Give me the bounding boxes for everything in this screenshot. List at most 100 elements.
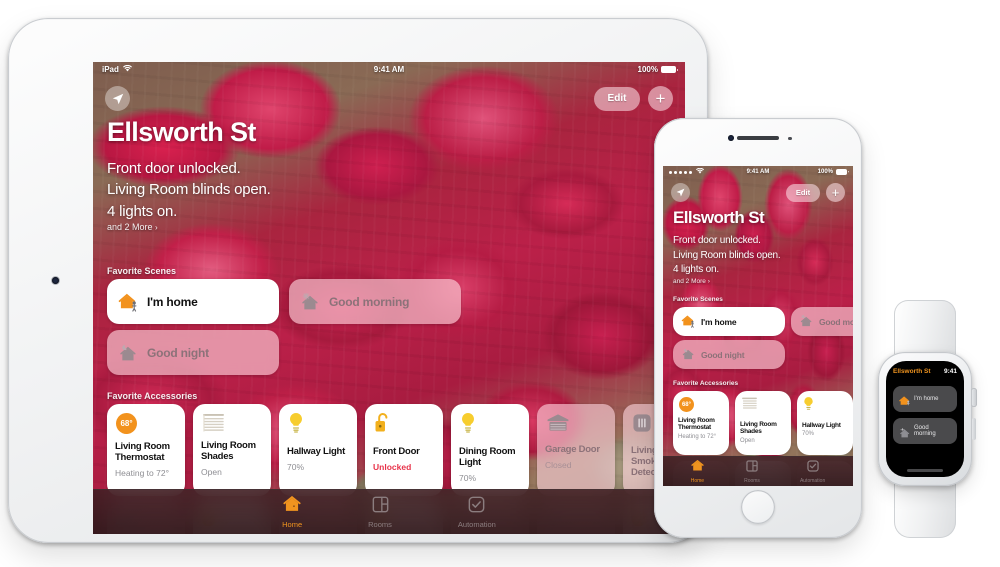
apple-watch-device: Ellsworth St 9:41 I'm home Good morning (866, 300, 984, 538)
battery-full-icon (836, 169, 847, 175)
accessory-state: Unlocked (373, 461, 412, 472)
page-title: Ellsworth St (107, 117, 256, 147)
lock-open-icon (374, 412, 392, 434)
scene-good-morning[interactable]: Good morning (791, 307, 853, 336)
scene-label: Good morning (819, 316, 853, 327)
watch-screen: Ellsworth St 9:41 I'm home Good morning (886, 361, 964, 477)
status-line-2: Living Room blinds open. (673, 249, 781, 261)
accessory-tile[interactable]: Dining Room Light 70% (451, 404, 529, 496)
tab-rooms[interactable]: Rooms (368, 496, 392, 529)
accessory-state: Heating to 72° (115, 467, 169, 478)
add-button[interactable]: + (648, 86, 673, 111)
location-button[interactable] (105, 86, 130, 111)
watch-side-button[interactable] (971, 418, 976, 440)
thermostat-temp-badge: 68° (120, 419, 133, 428)
edit-button[interactable]: Edit (786, 183, 820, 202)
ipad-screen: iPad 9:41 AM 100% Edit + Ellsworth St Fr… (93, 62, 685, 534)
status-line-1: Front door unlocked. (107, 160, 241, 177)
page-title: Ellsworth St (673, 208, 765, 227)
accessory-tile[interactable]: 68° Living Room Thermostat Heating to 72… (673, 391, 729, 455)
scene-label: I'm home (147, 294, 198, 309)
watch-time: 9:41 (943, 368, 957, 375)
accessory-state: 70% (802, 431, 815, 438)
devices-showcase: iPad 9:41 AM 100% Edit + Ellsworth St Fr… (0, 0, 1000, 567)
accessory-tile[interactable]: Hallway Light 70% (279, 404, 357, 496)
status-line-3: 4 lights on. (673, 264, 719, 275)
battery-full-icon (661, 66, 676, 73)
watch-scene-good-morning[interactable]: Good morning (893, 418, 957, 444)
ipad-top-actions: Edit + (594, 86, 673, 111)
accessory-name: Front Door (373, 446, 420, 457)
chevron-right-icon: › (155, 223, 158, 232)
scene-im-home[interactable]: I'm home (107, 279, 279, 324)
tab-home[interactable]: Home (691, 459, 704, 484)
status-time: 9:41 AM (373, 65, 405, 74)
scene-good-morning[interactable]: Good morning (289, 279, 461, 324)
accessory-name: Living Room Thermostat (115, 441, 170, 463)
watch-scene-im-home[interactable]: I'm home (893, 386, 957, 412)
and-more-link[interactable]: and 2 More › (673, 278, 710, 285)
house-moon-icon (118, 344, 138, 362)
ipad-front-camera (52, 277, 59, 284)
carrier-label: iPad (102, 65, 119, 74)
home-app-ipad: iPad 9:41 AM 100% Edit + Ellsworth St Fr… (93, 62, 685, 534)
iphone-home-button[interactable] (741, 490, 775, 524)
status-line-1: Front door unlocked. (673, 235, 761, 246)
watch-scene-label: I'm home (914, 396, 939, 402)
thermostat-temp-badge: 68° (681, 401, 692, 408)
edit-button[interactable]: Edit (594, 86, 640, 111)
ipad-tab-bar: Home Rooms Automation (93, 489, 685, 534)
lightbulb-icon (803, 396, 814, 412)
thermostat-icon: 68° (679, 397, 694, 412)
favorite-accessories-label: Favorite Accessories (107, 391, 198, 401)
accessory-tile[interactable]: Living Room Shades Open (193, 404, 271, 496)
house-sun-icon (899, 426, 910, 438)
tab-automation[interactable]: Automation (458, 496, 496, 529)
home-status-summary: Front door unlocked. Living Room blinds … (107, 158, 271, 222)
and-more-label: and 2 More (107, 222, 153, 232)
accessory-name: Living Room Shades (201, 440, 256, 462)
add-button[interactable]: + (826, 183, 845, 202)
location-button[interactable] (671, 183, 690, 202)
accessory-tile[interactable]: Hallway Light 70% (797, 391, 853, 455)
accessory-state: Heating to 72° (678, 433, 717, 440)
watch-home-name: Ellsworth St (893, 368, 931, 375)
status-left: iPad (102, 64, 132, 74)
battery-percent-label: 100% (637, 65, 658, 74)
scene-im-home[interactable]: I'm home (673, 307, 785, 336)
home-icon (691, 459, 704, 477)
accessory-name: Living Room Shades (740, 421, 777, 436)
accessory-state: Open (201, 466, 222, 477)
tab-rooms[interactable]: Rooms (744, 459, 760, 484)
home-icon (283, 495, 301, 518)
ipad-status-bar: iPad 9:41 AM 100% (93, 62, 685, 77)
tab-home[interactable]: Home (282, 495, 303, 529)
status-left (669, 167, 704, 176)
accessory-state: 70% (459, 472, 477, 483)
and-more-link[interactable]: and 2 More › (107, 222, 158, 232)
accessory-tile[interactable]: Garage Door Closed (537, 404, 615, 496)
digital-crown[interactable] (971, 388, 977, 407)
favorite-scenes-label: Favorite Scenes (673, 296, 723, 303)
scene-good-night[interactable]: Good night (673, 340, 785, 369)
scene-label: Good night (147, 345, 209, 360)
tab-label: Rooms (368, 519, 392, 529)
accessory-tile[interactable]: Front Door Unlocked (365, 404, 443, 496)
garage-door-icon (546, 413, 570, 432)
automation-icon (806, 459, 819, 477)
automation-icon (468, 496, 485, 518)
tab-label: Automation (799, 478, 826, 484)
blinds-icon (202, 413, 225, 433)
accessory-tile[interactable]: 68° Living Room Thermostat Heating to 72… (107, 404, 185, 496)
accessory-state: 70% (287, 461, 305, 472)
scene-label: I'm home (701, 316, 737, 327)
accessory-name: Living Room Thermostat (678, 417, 715, 432)
scene-good-night[interactable]: Good night (107, 330, 279, 375)
tab-automation[interactable]: Automation (800, 459, 825, 484)
iphone-earpiece-speaker (737, 136, 779, 140)
tab-label: Home (282, 519, 303, 529)
lightbulb-icon (460, 412, 476, 434)
favorite-accessories-label: Favorite Accessories (673, 380, 739, 387)
iphone-top-actions: Edit + (786, 183, 845, 202)
accessory-tile[interactable]: Living Room Shades Open (735, 391, 791, 455)
